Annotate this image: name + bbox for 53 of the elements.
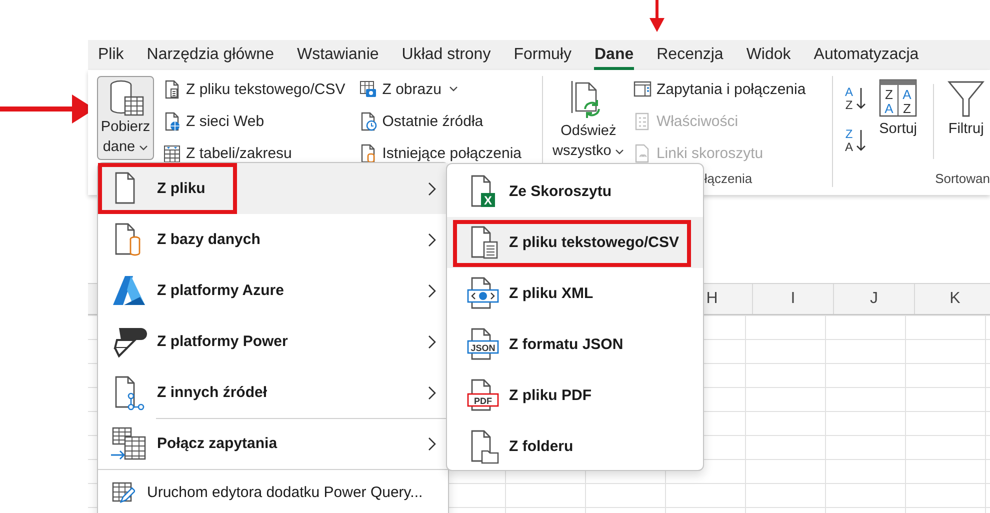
column-header: J: [870, 290, 878, 308]
menu-item[interactable]: Z folderu: [447, 421, 703, 472]
chevron-down-icon: [139, 145, 148, 151]
menu-item[interactable]: PDF Z pliku PDF: [447, 370, 703, 421]
ribbon-tab[interactable]: Recenzja: [656, 40, 724, 70]
chevron-down-icon: [615, 149, 624, 155]
chevron-right-icon: [428, 334, 436, 348]
ribbon-tab[interactable]: Plik: [98, 40, 124, 70]
column-header: H: [706, 290, 718, 308]
ribbon-tab[interactable]: Widok: [746, 40, 791, 70]
get-data-button[interactable]: Pobierz dane: [97, 76, 154, 160]
merge-tables-icon: [111, 426, 147, 462]
menu-item[interactable]: Połącz zapytania: [98, 418, 448, 469]
column-header: I: [790, 290, 796, 308]
chevron-right-icon: [428, 436, 436, 450]
menu-item[interactable]: X Ze Skoroszytu: [447, 166, 703, 217]
chevron-right-icon: [428, 232, 436, 246]
menu-item[interactable]: Z pliku tekstowego/CSV: [447, 217, 703, 268]
pointer-arrow: [649, 0, 665, 32]
menu-item[interactable]: Z pliku XML: [447, 268, 703, 319]
funnel-icon: [947, 79, 986, 119]
edit-table-icon: [111, 480, 135, 504]
ribbon-tab[interactable]: Wstawianie: [296, 40, 379, 70]
chevron-right-icon: [428, 182, 436, 196]
filter-button[interactable]: Filtruj: [944, 76, 988, 142]
chevron-right-icon: [428, 284, 436, 298]
ribbon-command[interactable]: Z pliku tekstowego/CSV: [161, 78, 348, 100]
ribbon-tab[interactable]: Narzędzia główne: [146, 40, 274, 70]
sort-dialog-icon: Z A A Z: [879, 79, 918, 119]
menu-item[interactable]: Uruchom edytora dodatku Power Query...: [98, 469, 448, 513]
ribbon-command[interactable]: Ostatnie źródła: [357, 110, 524, 132]
chevron-down-icon: [449, 86, 458, 92]
column-header: K: [950, 290, 960, 308]
menu-item[interactable]: JSON Z formatu JSON: [447, 319, 703, 370]
sort-button[interactable]: Z A A Z Sortuj: [875, 76, 922, 142]
clock-file-icon: [359, 112, 378, 130]
menu-item[interactable]: Z platformy Power: [98, 316, 448, 367]
ribbon-command[interactable]: Zapytania i połączenia: [631, 78, 808, 100]
ribbon-command[interactable]: Z sieci Web: [161, 110, 348, 132]
xml-file-icon: [467, 276, 501, 312]
query-pane-icon: [633, 80, 652, 98]
ribbon-tab[interactable]: Formuły: [514, 40, 572, 70]
web-page-icon: [163, 112, 182, 130]
menu-item[interactable]: Z pliku: [98, 163, 448, 214]
chevron-right-icon: [428, 386, 436, 400]
refresh-all-button[interactable]: Odśwież wszystko: [548, 76, 628, 164]
camera-image-icon: [359, 80, 378, 98]
database-table-icon: [108, 79, 144, 117]
ribbon-tab[interactable]: Automatyzacja: [814, 40, 919, 70]
group-label: Sortowan: [935, 171, 990, 186]
ribbon-command[interactable]: Z obrazu: [357, 78, 524, 100]
group-label: łączenia: [704, 171, 752, 186]
ribbon-tab[interactable]: Układ strony: [402, 40, 491, 70]
